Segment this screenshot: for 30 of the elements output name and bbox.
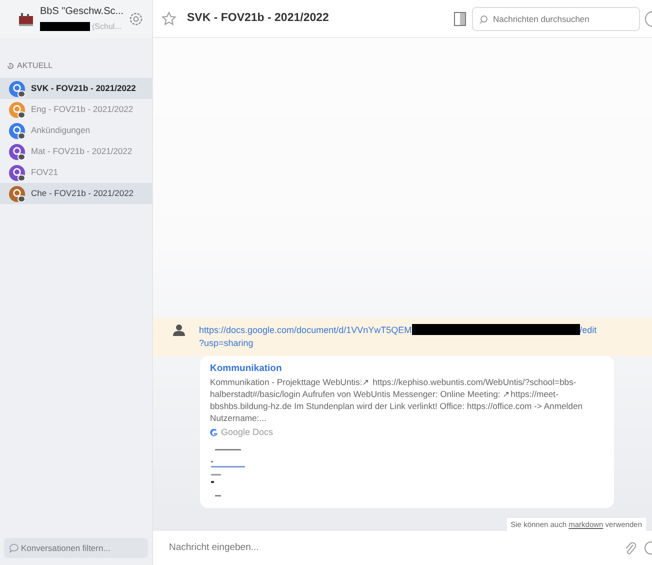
user-icon	[173, 324, 185, 336]
conversation-item[interactable]: SVK - FOV21b - 2021/2022	[0, 78, 152, 99]
preview-description: Kommunikation - Projekttage WebUntis:↗ https://kephiso.webuntis.com/WebUntis/?school=bbs-halberstadt#/basic/login Aufrufen von WebUntis Messenger: Online Meeting: ↗https://meet-bbshbs.bildung-hz.de Im Stundenplan wird der Link verlinkt! Office: https://office.com -> Anmelden Nutzername:...	[210, 376, 584, 424]
school-logo-icon	[18, 11, 34, 27]
paperclip-icon[interactable]	[624, 541, 636, 555]
link-preview-card[interactable]	[200, 356, 614, 508]
preview-source: Google Docs	[221, 426, 274, 440]
google-logo-icon	[210, 429, 218, 437]
conversation-item[interactable]: Mat - FOV21b - 2021/2022	[0, 141, 152, 162]
settings-icon[interactable]	[128, 11, 144, 27]
history-icon	[6, 62, 14, 70]
conversation-title: SVK - FOV21b - 2021/2022	[187, 10, 330, 26]
message-search-field[interactable]: Nachrichten durchsuchen	[472, 6, 640, 30]
chat-bubble-icon	[9, 543, 19, 553]
conversation-item[interactable]: FOV21	[0, 162, 152, 183]
side-panel-icon[interactable]	[454, 12, 466, 26]
conversation-item[interactable]: Che - FOV21b - 2021/2022	[0, 183, 152, 204]
conversation-filter-field[interactable]: Konversationen filtern...	[4, 538, 148, 558]
conversation-item[interactable]: Ankündigungen	[0, 120, 152, 141]
redaction-bar	[40, 22, 90, 31]
organization-name: BbS "Geschw.Sc...	[40, 5, 122, 20]
section-label: AKTUELL	[17, 60, 53, 72]
conversation-item[interactable]: Eng - FOV21b - 2021/2022	[0, 99, 152, 120]
preview-title[interactable]: Kommunikation	[210, 362, 604, 376]
emoji-icon[interactable]	[644, 541, 652, 555]
document-thumbnail-drawing	[210, 448, 246, 498]
star-icon[interactable]	[161, 10, 177, 26]
info-icon[interactable]	[644, 10, 652, 28]
organization-subtitle: (Schul...	[92, 22, 122, 31]
search-icon	[479, 14, 488, 24]
